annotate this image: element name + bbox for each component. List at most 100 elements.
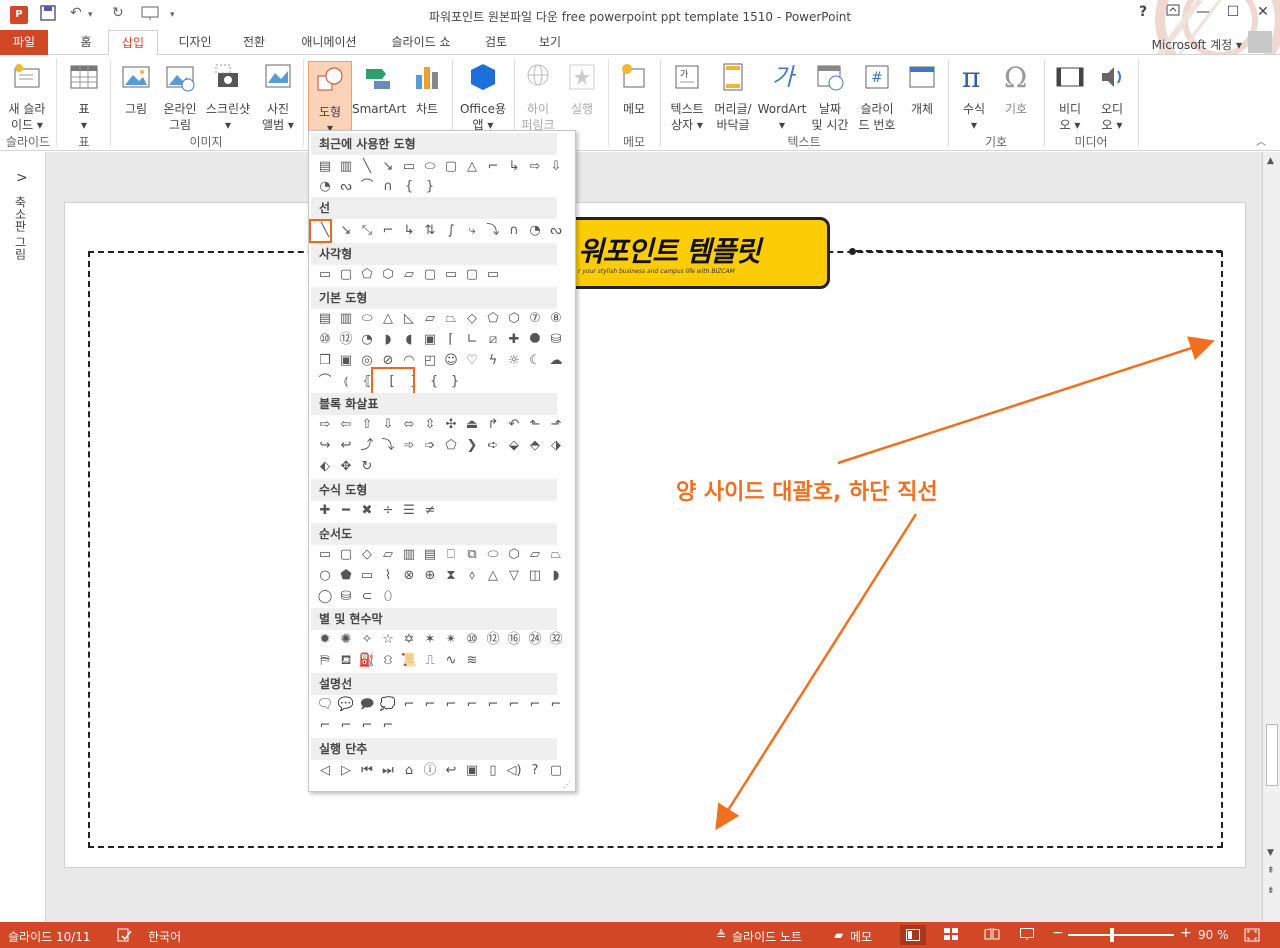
table-button[interactable]: 표 ▾ <box>66 61 102 133</box>
vertical-textbox-shape[interactable]: ▥ <box>336 309 356 329</box>
tab-transitions[interactable]: 전환 <box>234 30 274 55</box>
tab-animations[interactable]: 애니메이션 <box>290 30 368 55</box>
zoom-slider-thumb[interactable] <box>1110 928 1114 942</box>
action-sound-shape[interactable]: ◁) <box>504 761 524 781</box>
line-callout-3-no-border-shape[interactable]: ⌐ <box>315 716 335 736</box>
stored-data-shape[interactable]: ◫ <box>525 566 545 586</box>
32-point-star-shape[interactable]: ㉜ <box>546 630 566 650</box>
left-brace-shape[interactable]: { <box>399 177 419 197</box>
pie-shape[interactable]: ◔ <box>357 330 377 350</box>
terminator-shape[interactable]: ⬭ <box>483 545 503 565</box>
line-callout-3-border-accent-shape[interactable]: ⌐ <box>378 716 398 736</box>
action-beginning-shape[interactable]: ⏮ <box>357 761 377 781</box>
data-shape[interactable]: ▱ <box>378 545 398 565</box>
tab-insert[interactable]: 삽입 <box>108 30 158 56</box>
elbow-arrow-connector-shape[interactable]: ↳ <box>399 221 419 241</box>
elbow-connector-shape[interactable]: ⌐ <box>483 157 503 177</box>
heptagon-shape[interactable]: ⑦ <box>525 309 545 329</box>
line-callout-3-accent-shape[interactable]: ⌐ <box>504 695 524 715</box>
right-brace-shape[interactable]: } <box>420 177 440 197</box>
video-button[interactable]: 비디 오 ▾ <box>1050 61 1090 133</box>
comment-button[interactable]: 메모 <box>614 61 654 117</box>
down-arrow-shape[interactable]: ⇩ <box>546 157 566 177</box>
tab-home[interactable]: 홈 <box>72 30 100 55</box>
object-button[interactable]: 개체 <box>902 61 942 117</box>
equation-button[interactable]: π 수식 ▾ <box>954 61 994 133</box>
wave-shape[interactable]: ∿ <box>441 651 461 671</box>
action-movie-shape[interactable]: ▣ <box>462 761 482 781</box>
double-bracket-shape[interactable]: ⦅ <box>336 372 356 392</box>
collate-shape[interactable]: ⧗ <box>441 566 461 586</box>
oval-callout-shape[interactable]: 🗩 <box>357 695 377 715</box>
sort-shape[interactable]: ⬨ <box>462 566 482 586</box>
slideshow-view-button[interactable] <box>1020 928 1034 943</box>
arc-shape[interactable]: ⌒ <box>315 372 335 392</box>
line-callout-1-accent-shape[interactable]: ⌐ <box>462 695 482 715</box>
cloud-shape[interactable]: ☁ <box>546 351 566 371</box>
line-callout-2-shape[interactable]: ⌐ <box>420 695 440 715</box>
line-callout-2-no-border-shape[interactable]: ⌐ <box>546 695 566 715</box>
shapes-button[interactable]: 도형 ▾ <box>308 61 352 135</box>
card-shape[interactable]: ▭ <box>357 566 377 586</box>
up-block-arrow-shape[interactable]: ⇧ <box>357 415 377 435</box>
extract-shape[interactable]: △ <box>483 566 503 586</box>
hexagon-shape[interactable]: ⬡ <box>504 309 524 329</box>
10-point-star-shape[interactable]: ⑩ <box>462 630 482 650</box>
curved-double-arrow-shape[interactable]: ⤵ <box>483 221 503 241</box>
hyperlink-button[interactable]: 하이 퍼링크 <box>516 61 560 133</box>
collapse-ribbon-icon[interactable]: ︿ <box>1256 133 1266 148</box>
action-help-shape[interactable]: ? <box>525 761 545 781</box>
freeform-shape[interactable]: ◔ <box>525 221 545 241</box>
comments-icon[interactable]: ▰ <box>834 928 843 942</box>
curve-shape[interactable]: ∩ <box>504 221 524 241</box>
oval-shape[interactable]: ⬭ <box>420 157 440 177</box>
not-equal-shape[interactable]: ≠ <box>420 501 440 521</box>
curved-right-arrow-shape[interactable]: ↪ <box>315 436 335 456</box>
equal-shape[interactable]: ☰ <box>399 501 419 521</box>
online-picture-button[interactable]: 온라인 그림 <box>158 61 202 133</box>
vertical-scroll-shape[interactable]: 📜 <box>399 651 419 671</box>
elbow-connector-shape[interactable]: ⌐ <box>378 221 398 241</box>
half-frame-shape[interactable]: ⌈ <box>441 330 461 350</box>
up-ribbon-shape[interactable]: ⛿ <box>315 651 335 671</box>
line-callout-2-accent-shape[interactable]: ⌐ <box>483 695 503 715</box>
can-shape[interactable]: ⛁ <box>546 330 566 350</box>
scroll-up-icon[interactable]: ▲ <box>1267 156 1274 166</box>
u-turn-arrow-shape[interactable]: ↶ <box>504 415 524 435</box>
left-up-arrow-shape[interactable]: ⬑ <box>525 415 545 435</box>
arc-shape[interactable]: ⌒ <box>357 177 377 197</box>
4-point-star-shape[interactable]: ✧ <box>357 630 377 650</box>
title-banner[interactable]: 워포인트 템플릿 r your stylish business and cam… <box>545 217 830 289</box>
snip-round-rectangle-shape[interactable]: ▢ <box>420 265 440 285</box>
action-information-shape[interactable]: ⓘ <box>420 761 440 781</box>
down-block-arrow-shape[interactable]: ⇩ <box>378 415 398 435</box>
close-button[interactable]: ✕ <box>1250 4 1276 20</box>
comments-button[interactable]: 메모 <box>850 928 872 945</box>
elbow-arrow-shape[interactable]: ↳ <box>504 157 524 177</box>
slide-sorter-view-button[interactable] <box>944 928 958 943</box>
explosion-1-shape[interactable]: ✹ <box>315 630 335 650</box>
scroll-down-icon[interactable]: ▼ <box>1267 848 1274 858</box>
teardrop-shape[interactable]: ◖ <box>399 330 419 350</box>
arrow-line-shape[interactable]: ↘ <box>336 221 356 241</box>
screenshot-button[interactable]: 스크린샷 ▾ <box>202 61 254 133</box>
triangle-shape[interactable]: △ <box>462 157 482 177</box>
fit-to-window-button[interactable] <box>1244 928 1260 945</box>
notched-right-arrow-shape[interactable]: ➩ <box>420 436 440 456</box>
new-slide-button[interactable]: 새 슬라 이드 ▾ <box>4 61 50 133</box>
action-document-shape[interactable]: ▯ <box>483 761 503 781</box>
action-return-shape[interactable]: ↩ <box>441 761 461 781</box>
right-arrow-callout-shape[interactable]: ➪ <box>483 436 503 456</box>
picture-button[interactable]: 그림 <box>118 61 154 117</box>
circular-arrow-shape[interactable]: ↻ <box>357 457 377 477</box>
notes-button[interactable]: 슬라이드 노트 <box>732 928 802 945</box>
round-same-side-rectangle-shape[interactable]: ▢ <box>462 265 482 285</box>
minimize-button[interactable]: — <box>1190 4 1216 20</box>
parallelogram-shape[interactable]: ▱ <box>420 309 440 329</box>
audio-button[interactable]: 오디 오 ▾ <box>1092 61 1132 133</box>
up-down-arrow-shape[interactable]: ⇳ <box>420 415 440 435</box>
line-callout-2-border-accent-shape[interactable]: ⌐ <box>357 716 377 736</box>
l-shape[interactable]: ∟ <box>462 330 482 350</box>
left-brace-shape[interactable]: { <box>424 372 444 392</box>
lightning-bolt-shape[interactable]: ϟ <box>483 351 503 371</box>
